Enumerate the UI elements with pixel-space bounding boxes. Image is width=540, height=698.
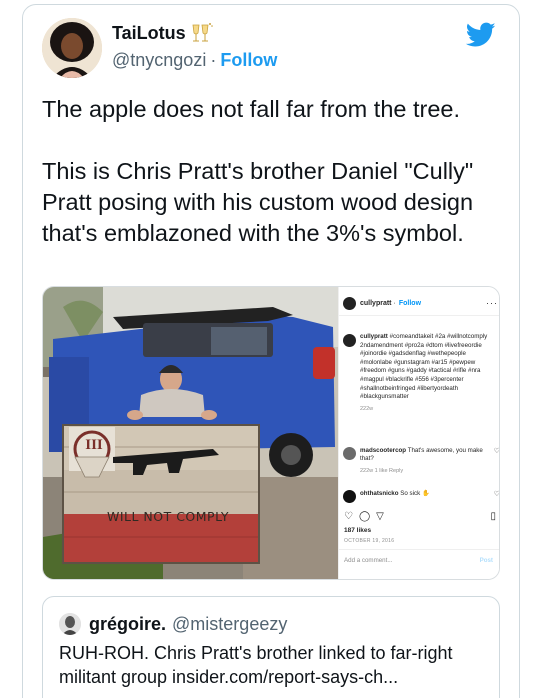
ig-avatar[interactable] <box>343 296 356 310</box>
ig-caption-user[interactable]: cullypratt <box>360 333 388 340</box>
ig-caption-text: cullypratt #comeandtakeit #2a #willnotco… <box>360 333 496 402</box>
ig-comment-avatar[interactable] <box>343 490 356 503</box>
tweet-paragraph: This is Chris Pratt's brother Daniel "Cu… <box>42 158 474 246</box>
ig-comment: ohthatsnicko So sick ✋ ♡ <box>343 490 499 503</box>
ig-separator-dot: · <box>393 299 396 307</box>
ig-comment: madscootercop That's awesome, you make t… <box>343 447 499 474</box>
author-handle[interactable]: @tnycngozi <box>112 50 206 70</box>
ig-caption-age: 222w <box>360 405 374 412</box>
ig-comment-user[interactable]: madscootercop <box>360 447 406 454</box>
ig-divider <box>339 315 499 316</box>
ig-action-bar: ♡ ◯ ▽ ▯ <box>344 510 496 522</box>
quoted-tweet-text: RUH-ROH. Chris Pratt's brother linked to… <box>59 643 453 687</box>
author-name-row: TaiLotus <box>112 22 214 44</box>
sign-text: WILL NOT COMPLY <box>106 509 230 524</box>
ig-header: cullypratt · Follow ··· <box>343 295 498 311</box>
ig-comment-user[interactable]: ohthatsnicko <box>360 490 399 497</box>
ig-date: OCTOBER 19, 2016 <box>344 538 395 544</box>
tweet-paragraph: The apple does not fall far from the tre… <box>42 96 461 122</box>
ig-comment-avatar[interactable] <box>343 447 356 460</box>
ig-username[interactable]: cullypratt <box>360 300 392 307</box>
more-options-icon[interactable]: ··· <box>486 298 498 308</box>
photo[interactable]: III WILL NOT COMPLY <box>43 287 338 579</box>
author-avatar[interactable] <box>42 18 102 78</box>
ig-caption-hashtags: #comeandtakeit #2a #willnotcomply 2ndame… <box>360 333 488 401</box>
clapping-hands-icon: ✋ <box>421 490 430 497</box>
follow-button[interactable]: Follow <box>220 50 277 70</box>
champagne-glasses-icon <box>188 22 214 44</box>
heart-icon[interactable]: ♡ <box>494 447 499 474</box>
comment-icon[interactable]: ◯ <box>359 511 370 522</box>
ig-post-button[interactable]: Post <box>480 557 493 564</box>
ig-comment-body: So sick <box>400 490 421 497</box>
ig-comment-text: ohthatsnicko So sick ✋ <box>360 490 484 498</box>
heart-icon[interactable]: ♡ <box>494 490 499 503</box>
ig-likes[interactable]: 187 likes <box>344 527 371 534</box>
ig-add-comment-input[interactable]: Add a comment... <box>344 557 393 564</box>
ig-comment-meta: 222w 1 like Reply <box>360 467 404 474</box>
ig-caption-avatar[interactable] <box>343 334 356 347</box>
ig-divider <box>339 549 499 550</box>
ig-caption: cullypratt #comeandtakeit #2a #willnotco… <box>343 333 499 412</box>
sign-numeral: III <box>85 437 103 453</box>
tweet-media[interactable]: III WILL NOT COMPLY cullypratt · Follow … <box>42 286 500 580</box>
like-icon[interactable]: ♡ <box>344 511 353 522</box>
ig-comment-text: madscootercop That's awesome, you make t… <box>360 447 484 464</box>
quoted-author-avatar[interactable] <box>59 613 81 635</box>
twitter-bird-icon[interactable] <box>465 22 496 48</box>
quoted-author-handle[interactable]: @mistergeezy <box>172 614 287 635</box>
bookmark-icon[interactable]: ▯ <box>490 511 496 522</box>
separator-dot: · <box>210 50 217 70</box>
quoted-tweet[interactable]: grégoire. @mistergeezy RUH-ROH. Chris Pr… <box>42 596 500 698</box>
author-display-name[interactable]: TaiLotus <box>112 23 186 44</box>
share-icon[interactable]: ▽ <box>376 511 384 522</box>
tweet-text: The apple does not fall far from the tre… <box>42 94 502 249</box>
instagram-panel: cullypratt · Follow ··· cullypratt #come… <box>338 287 499 579</box>
quoted-author-name[interactable]: grégoire. <box>89 614 166 635</box>
author-handle-row: @tnycngozi · Follow <box>112 50 277 71</box>
ig-follow-button[interactable]: Follow <box>399 300 421 307</box>
quoted-tweet-header: grégoire. @mistergeezy <box>59 613 287 635</box>
